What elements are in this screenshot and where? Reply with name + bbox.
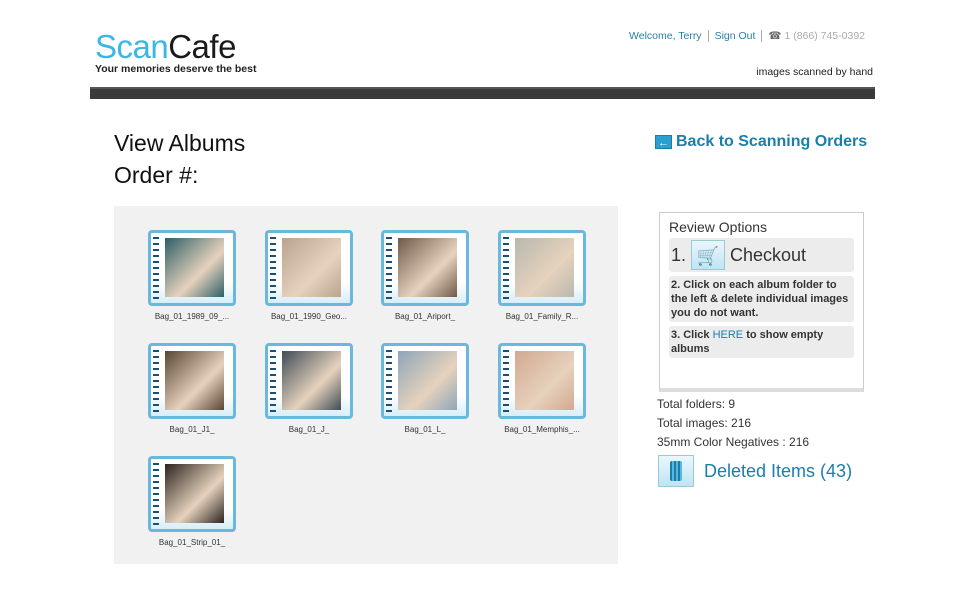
- back-to-scanning-orders-link[interactable]: ← Back to Scanning Orders: [655, 133, 867, 151]
- scancafe-logo[interactable]: ScanCafe Your memories deserve the best: [95, 28, 257, 76]
- album-folder[interactable]: Bag_01_Family_R...: [484, 230, 600, 321]
- spiral-rings: [153, 350, 159, 414]
- album-folder[interactable]: Bag_01_Memphis_...: [484, 343, 600, 434]
- cart-icon[interactable]: 🛒: [691, 240, 726, 270]
- back-arrow-icon: ←: [655, 135, 672, 149]
- album-thumbnail: [165, 464, 224, 523]
- checkout-button[interactable]: Checkout: [730, 246, 806, 264]
- back-label: Back to Scanning Orders: [676, 133, 868, 150]
- deleted-items-label: Deleted Items (43): [704, 460, 853, 481]
- album-label: Bag_01_Ariport_: [394, 312, 456, 321]
- album-thumbnail: [165, 351, 224, 410]
- album-folder[interactable]: Bag_01_1989_09_...: [134, 230, 250, 321]
- album-thumbnail: [515, 238, 574, 297]
- step-number: 1.: [671, 245, 687, 265]
- step-checkout: 1. 🛒 Checkout: [669, 238, 854, 272]
- step-delete-instructions: 2. Click on each album folder to the lef…: [669, 276, 854, 322]
- album-label: Bag_01_J_: [288, 425, 330, 434]
- spiral-rings: [503, 237, 509, 301]
- album-thumbnail: [398, 351, 457, 410]
- color-negatives-count: 35mm Color Negatives : 216: [657, 435, 810, 449]
- album-book-icon: [498, 230, 586, 306]
- phone-icon: ☎: [768, 30, 782, 42]
- album-label: Bag_01_Memphis_...: [504, 425, 580, 434]
- spiral-rings: [270, 350, 276, 414]
- deleted-items-link[interactable]: Deleted Items (43): [658, 455, 852, 487]
- page-title: View Albums Order #:: [114, 127, 245, 191]
- album-book-icon: [148, 343, 236, 419]
- album-thumbnail: [398, 238, 457, 297]
- step3-text: 3. Click: [671, 329, 713, 341]
- tagline: Your memories deserve the best: [95, 63, 257, 75]
- total-folders: Total folders: 9: [657, 397, 736, 411]
- spiral-rings: [153, 463, 159, 527]
- album-book-icon: [265, 343, 353, 419]
- spiral-rings: [503, 350, 509, 414]
- album-label: Bag_01_L_: [404, 425, 446, 434]
- view-albums-heading: View Albums: [114, 130, 246, 156]
- album-thumbnail: [515, 351, 574, 410]
- review-options: Review Options 1. 🛒 Checkout 2. Click on…: [659, 212, 864, 392]
- album-book-icon: [148, 230, 236, 306]
- spiral-rings: [386, 237, 392, 301]
- album-folder[interactable]: Bag_01_L_: [367, 343, 483, 434]
- album-label: Bag_01_J1_: [169, 425, 215, 434]
- album-book-icon: [498, 343, 586, 419]
- album-label: Bag_01_1990_Geo...: [270, 312, 348, 321]
- album-folder[interactable]: Bag_01_Ariport_: [367, 230, 483, 321]
- review-options-title: Review Options: [669, 219, 768, 235]
- album-book-icon: [148, 456, 236, 532]
- album-folder[interactable]: Bag_01_J_: [251, 343, 367, 434]
- album-thumbnail: [165, 238, 224, 297]
- here-link[interactable]: HERE: [713, 329, 744, 341]
- spiral-rings: [270, 237, 276, 301]
- album-folder[interactable]: Bag_01_J1_: [134, 343, 250, 434]
- scanned-by-hand: images scanned by hand: [756, 66, 873, 78]
- top-links: Welcome, Terry Sign Out ☎ 1 (866) 745-0392: [625, 30, 869, 42]
- album-book-icon: [265, 230, 353, 306]
- album-book-icon: [381, 343, 469, 419]
- total-images: Total images: 216: [657, 416, 752, 430]
- spiral-rings: [386, 350, 392, 414]
- nav-bar: [90, 87, 875, 99]
- logo-cafe: Cafe: [168, 28, 236, 65]
- album-thumbnail: [282, 351, 341, 410]
- order-stats: Total folders: 9 Total images: 216 35mm …: [657, 395, 809, 452]
- logo-scan: Scan: [95, 28, 169, 65]
- sign-out-link[interactable]: Sign Out: [711, 30, 760, 42]
- step-show-empty: 3. Click HERE to show empty albums: [669, 326, 854, 358]
- album-thumbnail: [282, 238, 341, 297]
- album-folder[interactable]: Bag_01_1990_Geo...: [251, 230, 367, 321]
- album-label: Bag_01_1989_09_...: [154, 312, 230, 321]
- album-folder[interactable]: Bag_01_Strip_01_: [134, 456, 250, 547]
- album-label: Bag_01_Family_R...: [505, 312, 579, 321]
- phone-number: 1 (866) 745-0392: [784, 30, 865, 42]
- album-label: Bag_01_Strip_01_: [158, 538, 226, 547]
- order-number: Order #:: [114, 162, 199, 188]
- trash-icon: [658, 455, 694, 487]
- spiral-rings: [153, 237, 159, 301]
- welcome-link[interactable]: Welcome, Terry: [625, 30, 706, 42]
- album-book-icon: [381, 230, 469, 306]
